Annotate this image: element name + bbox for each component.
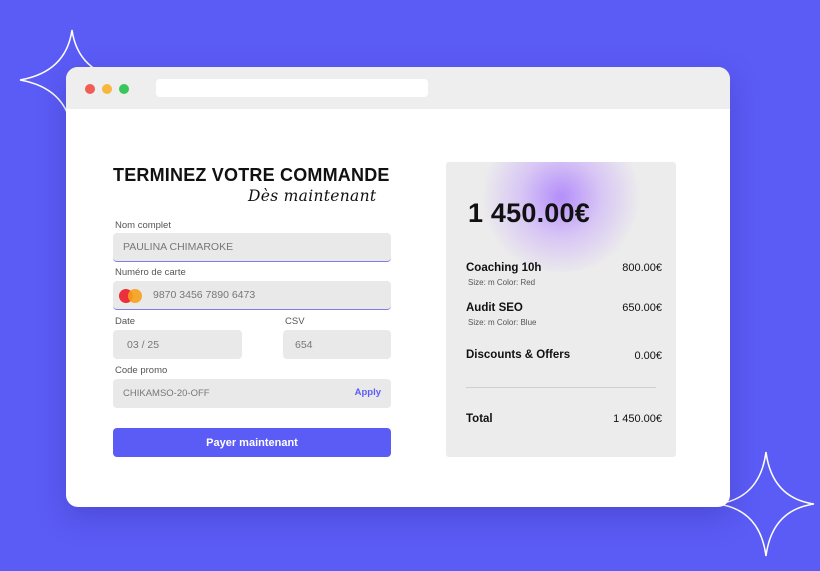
- promo-code-label: Code promo: [115, 365, 168, 376]
- line-item-price: 800.00€: [622, 262, 662, 274]
- line-item-price: 650.00€: [622, 302, 662, 314]
- discount-label: Discounts & Offers: [466, 349, 571, 361]
- browser-titlebar: [66, 67, 730, 109]
- line-item-meta: Size: m Color: Red: [468, 278, 536, 287]
- date-field: [113, 330, 242, 359]
- promo-code-input[interactable]: [113, 379, 391, 408]
- card-number-field: [113, 281, 391, 310]
- minimize-window-button[interactable]: [102, 84, 112, 94]
- csv-label: CSV: [285, 316, 305, 327]
- full-name-field: [113, 233, 391, 262]
- line-item-meta: Size: m Color: Blue: [468, 318, 537, 327]
- address-bar[interactable]: [156, 79, 428, 97]
- date-label: Date: [115, 316, 136, 327]
- promo-code-field: Apply: [113, 379, 391, 408]
- mastercard-icon: [119, 289, 145, 303]
- line-item-name: Audit SEO: [466, 302, 523, 314]
- csv-input[interactable]: [283, 330, 391, 359]
- line-item-name: Coaching 10h: [466, 262, 542, 274]
- form-subtitle: Dès maintenant: [248, 187, 377, 205]
- full-name-label: Nom complet: [115, 220, 171, 231]
- apply-promo-button[interactable]: Apply: [355, 387, 381, 398]
- sparkle-icon-bottom-right: [717, 451, 815, 557]
- full-name-input[interactable]: [113, 233, 391, 261]
- order-total-amount: 1 450.00€: [468, 198, 590, 228]
- form-title: TERMINEZ VOTRE COMMANDE: [113, 165, 390, 185]
- card-number-input[interactable]: [113, 281, 391, 309]
- summary-divider: [466, 387, 656, 388]
- close-window-button[interactable]: [85, 84, 95, 94]
- browser-window: TERMINEZ VOTRE COMMANDE Dès maintenant N…: [66, 67, 730, 507]
- pay-now-button[interactable]: Payer maintenant: [113, 428, 391, 457]
- maximize-window-button[interactable]: [119, 84, 129, 94]
- total-label: Total: [466, 413, 493, 425]
- total-value: 1 450.00€: [613, 413, 662, 425]
- order-summary-panel: 1 450.00€ Coaching 10h 800.00€ Size: m C…: [446, 162, 676, 457]
- date-input[interactable]: [113, 330, 242, 359]
- csv-field: [283, 330, 391, 359]
- card-number-label: Numéro de carte: [115, 267, 186, 278]
- discount-value: 0.00€: [634, 350, 662, 362]
